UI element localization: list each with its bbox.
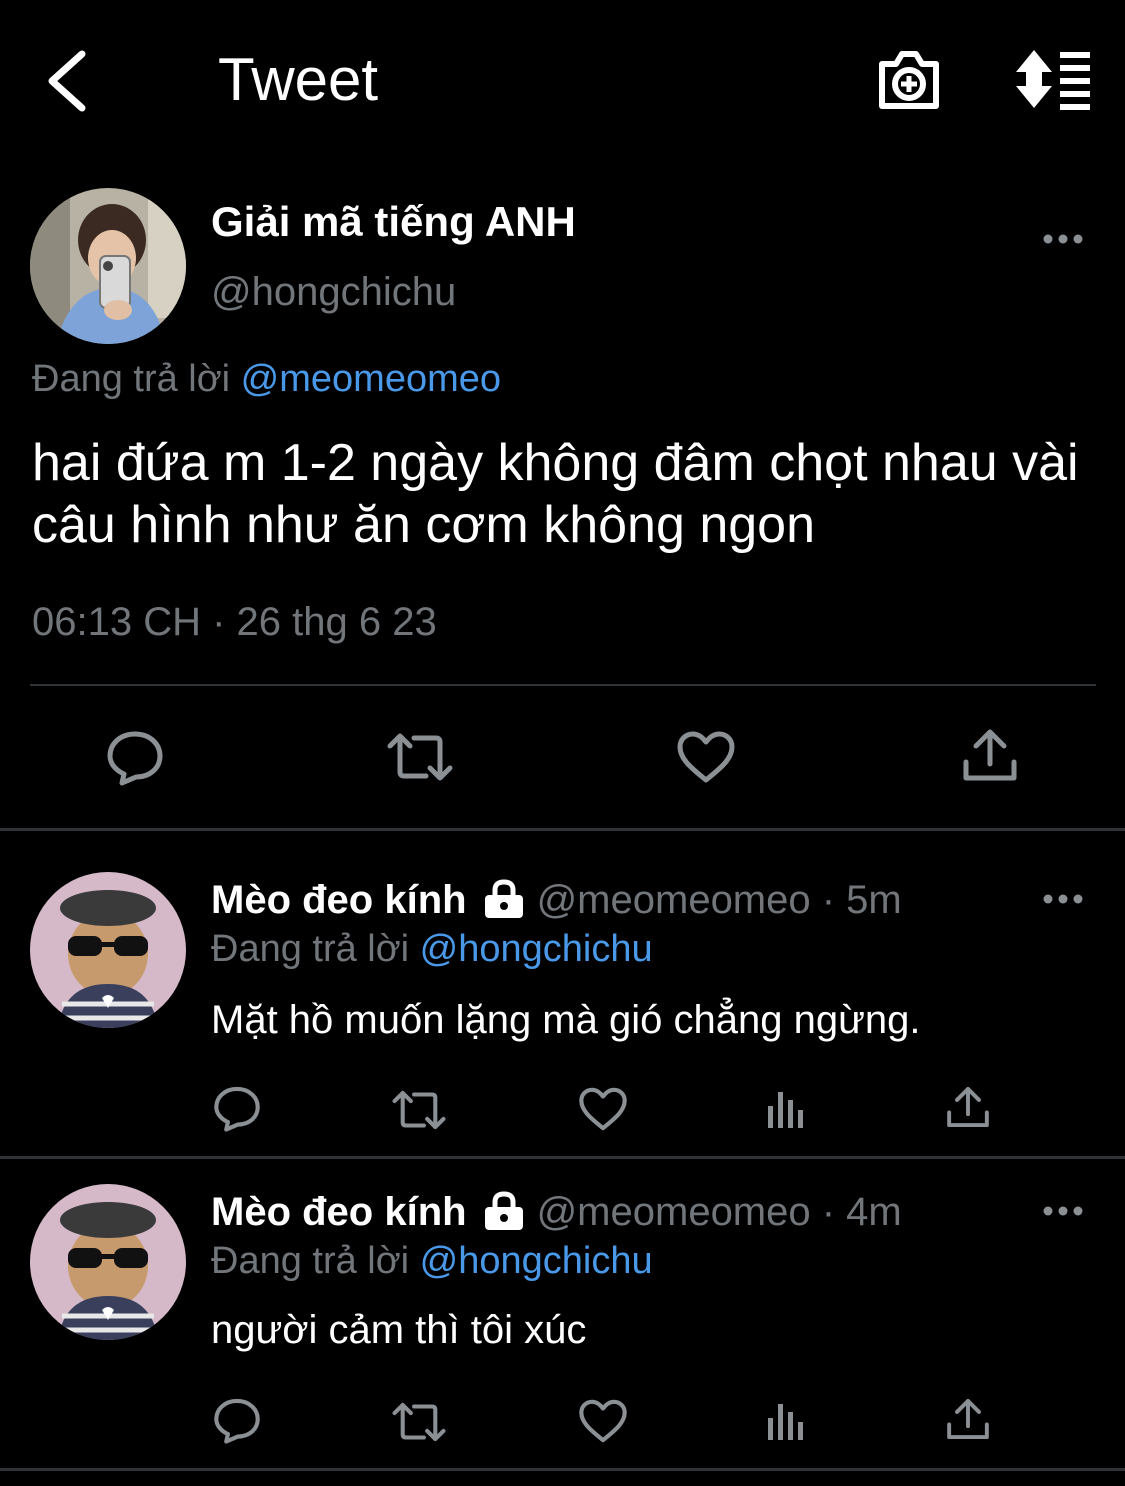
retweet-button[interactable] xyxy=(386,730,454,784)
lock-icon xyxy=(483,879,525,929)
mention-link[interactable]: @hongchichu xyxy=(420,1240,653,1282)
tweet-text: hai đứa m 1-2 ngày không đâm chọt nhau v… xyxy=(32,434,1079,554)
reply-header: Mèo đeo kính @meomeomeo · 4m xyxy=(211,1190,902,1241)
mention-link[interactable]: @hongchichu xyxy=(420,928,653,970)
retweet-icon xyxy=(392,1402,446,1442)
replying-to: Đang trả lời @meomeomeo xyxy=(32,358,501,401)
share-button[interactable] xyxy=(946,1396,990,1442)
more-button[interactable] xyxy=(1042,892,1084,906)
share-icon xyxy=(947,1086,989,1128)
sort-button[interactable] xyxy=(1012,44,1094,114)
like-icon xyxy=(677,731,735,783)
sort-icon xyxy=(1016,50,1090,110)
lock-icon xyxy=(483,1191,525,1241)
analytics-icon xyxy=(768,1092,803,1128)
retweet-button[interactable] xyxy=(391,1088,447,1132)
reply-icon xyxy=(214,1086,260,1132)
retweet-icon xyxy=(392,1090,446,1130)
more-icon xyxy=(1043,894,1083,904)
analytics-icon xyxy=(768,1404,803,1440)
reply-button[interactable] xyxy=(213,1396,261,1444)
reply-author-name[interactable]: Mèo đeo kính xyxy=(211,1190,467,1234)
mention-link[interactable]: @meomeomeo xyxy=(241,358,501,400)
page-title: Tweet xyxy=(218,46,379,113)
like-icon xyxy=(579,1087,627,1131)
like-button[interactable] xyxy=(578,1398,628,1444)
reply-text: người cảm thì tôi xúc xyxy=(211,1308,587,1352)
back-arrow-icon xyxy=(48,50,86,112)
like-button[interactable] xyxy=(676,730,736,784)
more-button[interactable] xyxy=(1042,1204,1084,1218)
retweet-icon xyxy=(387,733,453,781)
more-button[interactable] xyxy=(1042,232,1084,246)
replying-to: Đang trả lời @hongchichu xyxy=(211,928,653,971)
reply-header: Mèo đeo kính @meomeomeo · 5m xyxy=(211,878,902,929)
replying-to: Đang trả lời @hongchichu xyxy=(211,1240,653,1283)
reply-icon xyxy=(107,731,163,786)
analytics-button[interactable] xyxy=(766,1398,806,1442)
author-name[interactable]: Giải mã tiếng ANH xyxy=(211,198,576,246)
replying-prefix: Đang trả lời xyxy=(211,1240,410,1282)
reply-text: Mặt hồ muốn lặng mà gió chẳng ngừng. xyxy=(211,998,921,1042)
back-button[interactable] xyxy=(38,46,98,116)
reply-handle[interactable]: @meomeomeo xyxy=(537,878,811,922)
reply-time: · 5m xyxy=(821,878,902,922)
divider xyxy=(30,684,1096,686)
reply-handle[interactable]: @meomeomeo xyxy=(537,1190,811,1234)
share-icon xyxy=(963,729,1017,781)
divider xyxy=(0,828,1125,831)
author-handle[interactable]: @hongchichu xyxy=(211,270,456,315)
tweet-timestamp: 06:13 CH · 26 thg 6 23 xyxy=(32,600,437,644)
like-icon xyxy=(579,1399,627,1443)
share-button[interactable] xyxy=(946,1084,990,1130)
top-bar: Tweet xyxy=(0,0,1125,160)
reply-button[interactable] xyxy=(106,728,164,786)
divider xyxy=(0,1156,1125,1159)
divider xyxy=(0,1468,1125,1471)
share-button[interactable] xyxy=(962,726,1018,784)
reply-time: · 4m xyxy=(821,1190,902,1234)
reply-button[interactable] xyxy=(213,1084,261,1132)
author-avatar[interactable] xyxy=(30,188,186,344)
like-button[interactable] xyxy=(578,1086,628,1132)
reply-author-name[interactable]: Mèo đeo kính xyxy=(211,878,467,922)
analytics-button[interactable] xyxy=(766,1086,806,1130)
reply-icon xyxy=(214,1398,260,1444)
reply-avatar[interactable] xyxy=(30,1184,186,1340)
reply-avatar[interactable] xyxy=(30,872,186,1028)
replying-prefix: Đang trả lời xyxy=(211,928,410,970)
share-icon xyxy=(947,1398,989,1440)
more-icon xyxy=(1043,1206,1083,1216)
camera-button[interactable] xyxy=(874,44,944,114)
more-icon xyxy=(1043,234,1083,244)
retweet-button[interactable] xyxy=(391,1400,447,1444)
replying-prefix: Đang trả lời xyxy=(32,358,231,400)
camera-plus-icon xyxy=(879,51,939,109)
